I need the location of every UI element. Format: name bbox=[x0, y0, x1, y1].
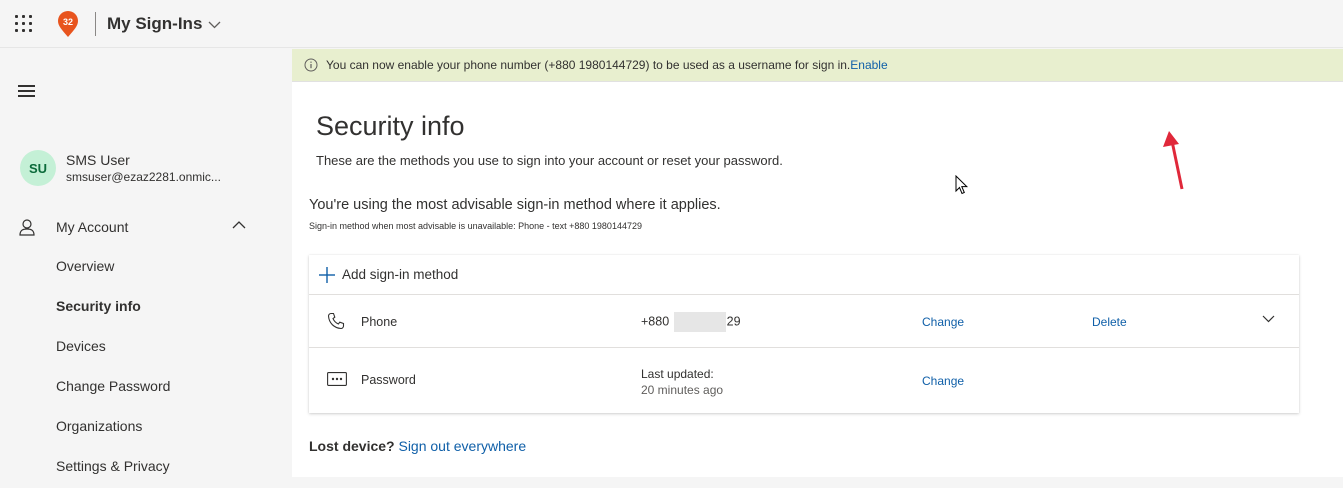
org-badge-icon: 32 bbox=[56, 10, 80, 38]
methods-card: Add sign-in method Phone +880 29 Change … bbox=[309, 255, 1299, 413]
sidebar-item-change-password[interactable]: Change Password bbox=[56, 378, 170, 394]
sidebar-item-devices[interactable]: Devices bbox=[56, 338, 106, 354]
phone-number-value: +880 29 bbox=[641, 312, 741, 332]
hamburger-menu-icon[interactable] bbox=[18, 85, 38, 101]
header-divider bbox=[95, 12, 96, 36]
add-sign-in-method-button[interactable]: Add sign-in method bbox=[309, 255, 1299, 295]
info-icon bbox=[304, 58, 318, 72]
redacted-block bbox=[673, 312, 726, 332]
delete-phone-link[interactable]: Delete bbox=[1092, 315, 1127, 329]
plus-icon bbox=[319, 266, 335, 283]
banner-text: You can now enable your phone number (+8… bbox=[326, 58, 851, 72]
add-method-label: Add sign-in method bbox=[342, 267, 459, 282]
change-phone-link[interactable]: Change bbox=[922, 315, 964, 329]
annotation-arrow-icon bbox=[1163, 131, 1184, 190]
fallback-method-text: Sign-in method when most advisable is un… bbox=[309, 221, 642, 231]
chevron-down-icon bbox=[208, 21, 221, 29]
sidebar-item-organizations[interactable]: Organizations bbox=[56, 418, 142, 434]
sign-out-everywhere-link[interactable]: Sign out everywhere bbox=[398, 438, 526, 454]
sidebar: SU SMS User smsuser@ezaz2281.onmic... My… bbox=[0, 49, 292, 488]
top-bar: 32 My Sign-Ins bbox=[0, 0, 1343, 48]
nav-my-account-label: My Account bbox=[56, 219, 129, 235]
sidebar-item-settings-privacy[interactable]: Settings & Privacy bbox=[56, 458, 170, 474]
phone-username-banner: You can now enable your phone number (+8… bbox=[292, 49, 1343, 82]
chevron-down-icon[interactable] bbox=[1262, 315, 1275, 323]
sidebar-item-overview[interactable]: Overview bbox=[56, 258, 114, 274]
app-title: My Sign-Ins bbox=[107, 14, 203, 33]
user-email: smsuser@ezaz2281.onmic... bbox=[66, 170, 221, 184]
page-description: These are the methods you use to sign in… bbox=[316, 153, 783, 168]
lost-device-section: Lost device? Sign out everywhere bbox=[309, 438, 526, 454]
phone-prefix: +880 bbox=[641, 314, 670, 329]
last-updated-time: 20 minutes ago bbox=[641, 383, 724, 397]
mouse-cursor-icon bbox=[955, 175, 969, 195]
enable-link[interactable]: Enable bbox=[850, 58, 887, 72]
app-launcher-icon[interactable] bbox=[14, 14, 34, 34]
main-content: You can now enable your phone number (+8… bbox=[292, 49, 1343, 477]
phone-icon bbox=[327, 312, 345, 330]
method-row-password: Password Last updated: 20 minutes ago Ch… bbox=[309, 348, 1299, 412]
org-badge-count: 32 bbox=[63, 17, 73, 27]
chevron-up-icon[interactable] bbox=[232, 221, 246, 229]
lost-device-label: Lost device? bbox=[309, 438, 395, 454]
phone-suffix: 29 bbox=[726, 314, 741, 329]
password-dots-icon bbox=[327, 372, 347, 386]
nav-my-account[interactable]: My Account bbox=[18, 215, 248, 239]
last-updated-label: Last updated: bbox=[641, 367, 714, 381]
method-name: Password bbox=[361, 373, 416, 387]
page-title: Security info bbox=[316, 111, 465, 141]
user-name: SMS User bbox=[66, 152, 130, 168]
method-name: Phone bbox=[361, 315, 398, 329]
change-password-link[interactable]: Change bbox=[922, 374, 964, 388]
app-switcher[interactable]: My Sign-Ins bbox=[107, 14, 221, 34]
sidebar-item-security-info[interactable]: Security info bbox=[56, 298, 141, 314]
method-row-phone: Phone +880 29 Change Delete bbox=[309, 295, 1299, 348]
avatar[interactable]: SU bbox=[20, 150, 56, 186]
advisable-method-text: You're using the most advisable sign-in … bbox=[309, 197, 721, 213]
person-icon bbox=[19, 219, 35, 236]
